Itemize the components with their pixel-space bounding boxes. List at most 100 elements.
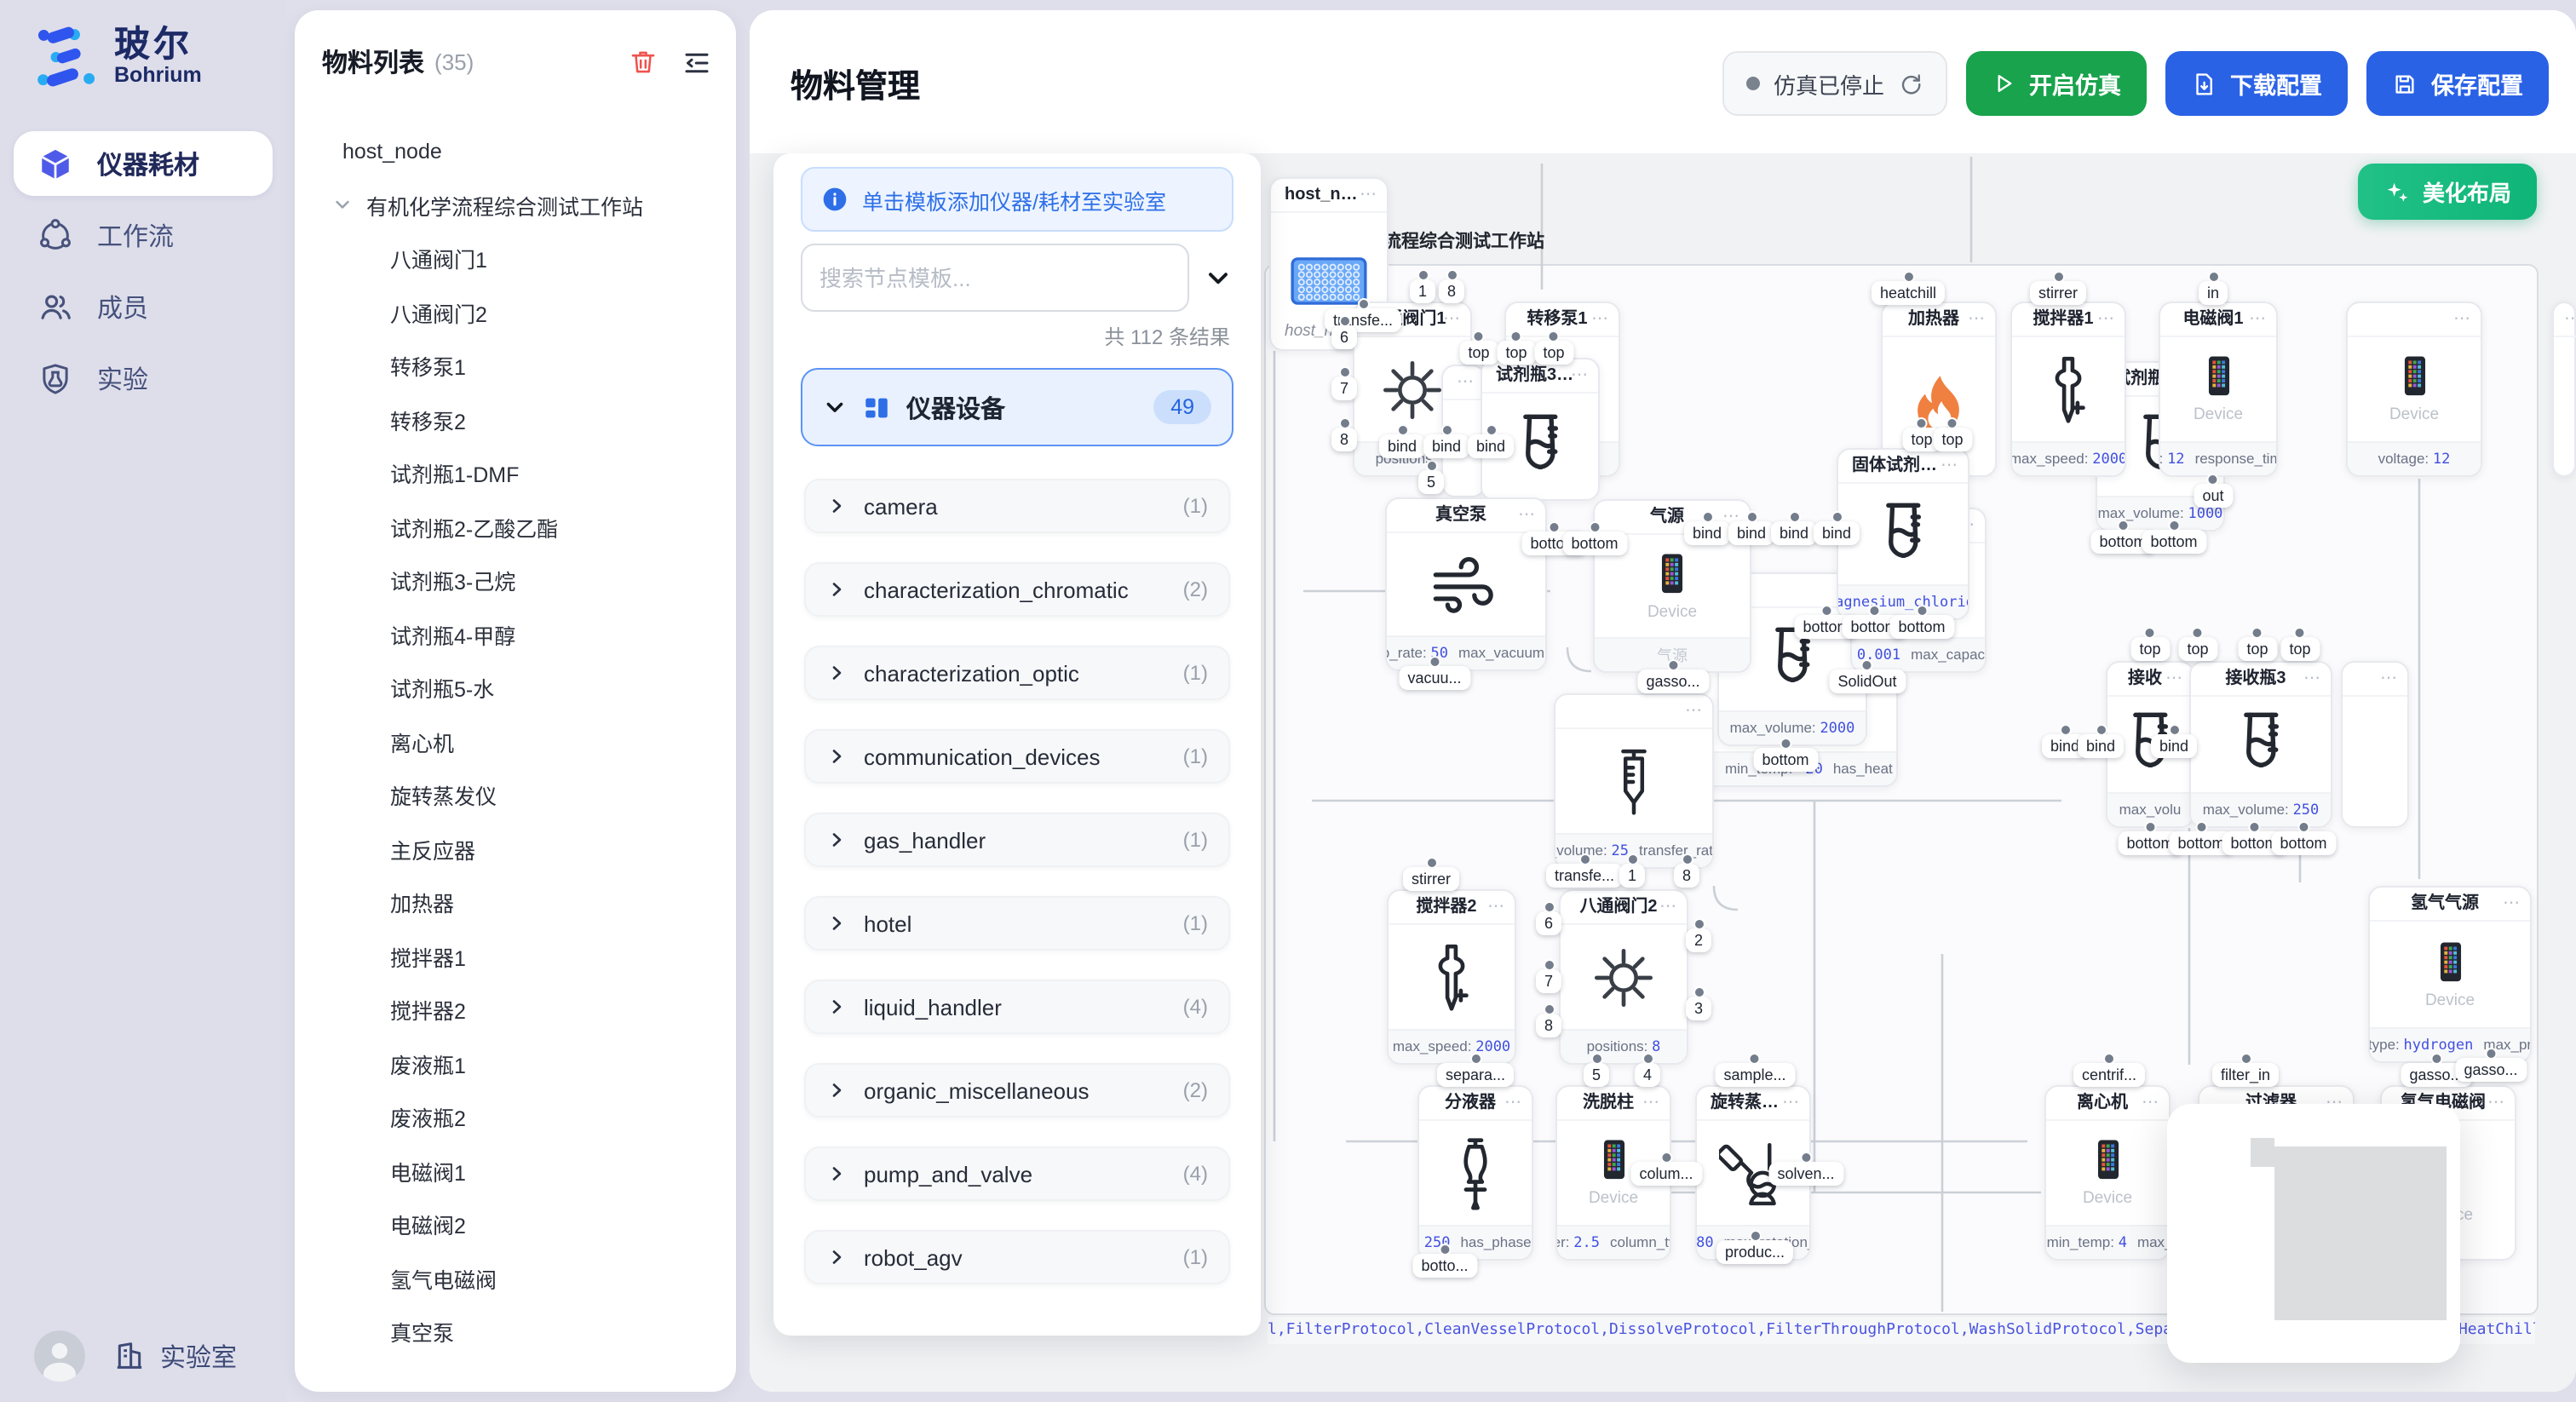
port-dot[interactable] (1417, 269, 1429, 281)
port-dot[interactable] (1485, 424, 1497, 436)
tree-item[interactable]: 氢气电磁阀 (295, 1251, 736, 1305)
port-dot[interactable] (2248, 821, 2260, 833)
port-pill-bottom[interactable]: bottom (1889, 615, 1953, 639)
port-dot[interactable] (1446, 269, 1458, 281)
port-pill-bind[interactable]: bind (1468, 434, 1514, 458)
port-pill-top[interactable]: top (1933, 428, 1971, 451)
port-dot[interactable] (1338, 417, 1350, 429)
tree-item[interactable]: 试剂瓶1-DMF (295, 446, 736, 500)
port-pill-7[interactable]: 7 (1536, 969, 1561, 993)
port-pill-bottom[interactable]: bottom (2142, 530, 2205, 554)
port-pill-bind[interactable]: bind (1423, 434, 1469, 458)
port-dot[interactable] (2240, 1053, 2251, 1065)
port-pill-heatchill[interactable]: heatchill (1872, 281, 1945, 305)
tree-item[interactable]: host_node (295, 124, 736, 178)
port-pill-8[interactable]: 8 (1674, 864, 1699, 888)
category-organic_miscellaneous[interactable]: organic_miscellaneous(2) (804, 1063, 1230, 1118)
port-dot[interactable] (1701, 511, 1713, 523)
port-dot[interactable] (2195, 821, 2207, 833)
port-pill-SolidOut[interactable]: SolidOut (1829, 669, 1905, 693)
more-icon[interactable]: ⋯ (1782, 1087, 1801, 1121)
port-pill-bind[interactable]: bind (1771, 521, 1817, 545)
port-dot[interactable] (1861, 659, 1873, 671)
more-icon[interactable]: ⋯ (2380, 663, 2399, 697)
collapse-list-icon[interactable] (681, 47, 712, 78)
delete-all-icon[interactable] (629, 48, 658, 77)
canvas-node-搅拌器1[interactable]: 搅拌器1⋯max_speed: 2000 (2010, 302, 2126, 477)
port-dot[interactable] (1745, 511, 1757, 523)
port-dot[interactable] (1589, 521, 1601, 533)
port-dot[interactable] (1338, 315, 1350, 327)
tree-item[interactable]: 试剂瓶5-水 (295, 661, 736, 715)
canvas-node[interactable]: ⋯ (2341, 661, 2409, 828)
port-dot[interactable] (2430, 1053, 2442, 1065)
port-pill-produc...[interactable]: produc... (1716, 1240, 1793, 1264)
more-icon[interactable]: ⋯ (2303, 663, 2322, 697)
category-camera[interactable]: camera(1) (804, 479, 1230, 533)
tree-item[interactable]: 电磁阀1 (295, 1144, 736, 1198)
port-dot[interactable] (2192, 627, 2204, 639)
canvas-node[interactable]: ⋯ (2552, 302, 2576, 477)
more-icon[interactable]: ⋯ (1685, 695, 1704, 729)
port-dot[interactable] (1626, 853, 1638, 865)
download-config-button[interactable]: 下载配置 (2165, 51, 2348, 116)
port-dot[interactable] (2059, 724, 2071, 736)
canvas-node-试剂瓶3-己烷[interactable]: 试剂瓶3-己烷⋯ (1481, 358, 1600, 501)
port-dot[interactable] (1916, 417, 1928, 429)
port-pill-colum...[interactable]: colum... (1630, 1162, 1701, 1186)
tree-item[interactable]: 试剂瓶2-乙酸乙酯 (295, 500, 736, 554)
port-dot[interactable] (1667, 659, 1679, 671)
category-instruments[interactable]: 仪器设备 49 (801, 368, 1233, 446)
port-dot[interactable] (1693, 986, 1705, 998)
port-pill-bottom[interactable]: bottom (1562, 531, 1626, 555)
more-icon[interactable]: ⋯ (1968, 303, 1987, 337)
category-hotel[interactable]: hotel(1) (804, 896, 1230, 951)
port-dot[interactable] (1642, 1053, 1653, 1065)
more-icon[interactable]: ⋯ (1518, 499, 1537, 533)
port-dot[interactable] (2117, 520, 2129, 531)
port-dot[interactable] (2144, 821, 2156, 833)
more-icon[interactable]: ⋯ (1360, 179, 1378, 213)
port-dot[interactable] (2052, 271, 2064, 283)
port-pill-top[interactable]: top (1497, 341, 1535, 365)
port-pill-stirrer[interactable]: stirrer (2030, 281, 2086, 305)
more-icon[interactable]: ⋯ (2564, 303, 2576, 337)
refresh-icon[interactable] (1898, 71, 1923, 96)
tree-item[interactable]: 搅拌器2 (295, 983, 736, 1037)
port-pill-bind[interactable]: bind (2078, 734, 2124, 758)
more-icon[interactable]: ⋯ (2503, 888, 2521, 922)
category-gas_handler[interactable]: gas_handler(1) (804, 813, 1230, 867)
port-pill-bottom[interactable]: bottom (2271, 831, 2335, 855)
port-dot[interactable] (1693, 918, 1705, 930)
port-dot[interactable] (2297, 821, 2309, 833)
canvas-node-氢气气源[interactable]: 氢气气源⋯Device_type: hydrogenmax_pre (2368, 886, 2532, 1063)
port-pill-2[interactable]: 2 (1686, 928, 1711, 952)
port-dot[interactable] (1439, 1244, 1451, 1255)
port-pill-vacuu...[interactable]: vacuu... (1399, 666, 1469, 690)
more-icon[interactable]: ⋯ (2142, 1087, 2160, 1121)
port-dot[interactable] (1681, 853, 1693, 865)
port-dot[interactable] (1510, 330, 1522, 342)
port-pill-separa...[interactable]: separa... (1437, 1063, 1514, 1087)
port-pill-5[interactable]: 5 (1418, 470, 1444, 494)
more-icon[interactable]: ⋯ (2487, 1087, 2506, 1121)
port-dot[interactable] (2168, 724, 2180, 736)
port-pill-bind[interactable]: bind (2151, 734, 2197, 758)
port-dot[interactable] (1902, 271, 1914, 283)
category-pump_and_valve[interactable]: pump_and_valve(4) (804, 1146, 1230, 1201)
more-icon[interactable]: ⋯ (1571, 359, 1590, 394)
port-dot[interactable] (1543, 1003, 1555, 1015)
canvas-node[interactable]: ⋯max_volume: 25transfer_rate: 10 (1554, 693, 1714, 869)
port-dot[interactable] (1469, 1053, 1481, 1065)
tree-item[interactable]: 八通阀门1 (295, 232, 736, 285)
tree-item[interactable]: 废液瓶1 (295, 1037, 736, 1090)
more-icon[interactable]: ⋯ (1504, 1087, 1523, 1121)
port-pill-bind[interactable]: bind (1814, 521, 1860, 545)
port-pill-8[interactable]: 8 (1536, 1014, 1561, 1037)
save-config-button[interactable]: 保存配置 (2366, 51, 2549, 116)
port-dot[interactable] (1780, 738, 1791, 750)
sidebar-item-workflow[interactable]: 工作流 (14, 203, 273, 267)
port-pill-botto...[interactable]: botto... (1412, 1254, 1476, 1278)
more-icon[interactable]: ⋯ (1487, 891, 1506, 925)
canvas-node-电磁阀1[interactable]: 电磁阀1⋯Devicevoltage: 12response_time: 0.1 (2159, 302, 2278, 477)
